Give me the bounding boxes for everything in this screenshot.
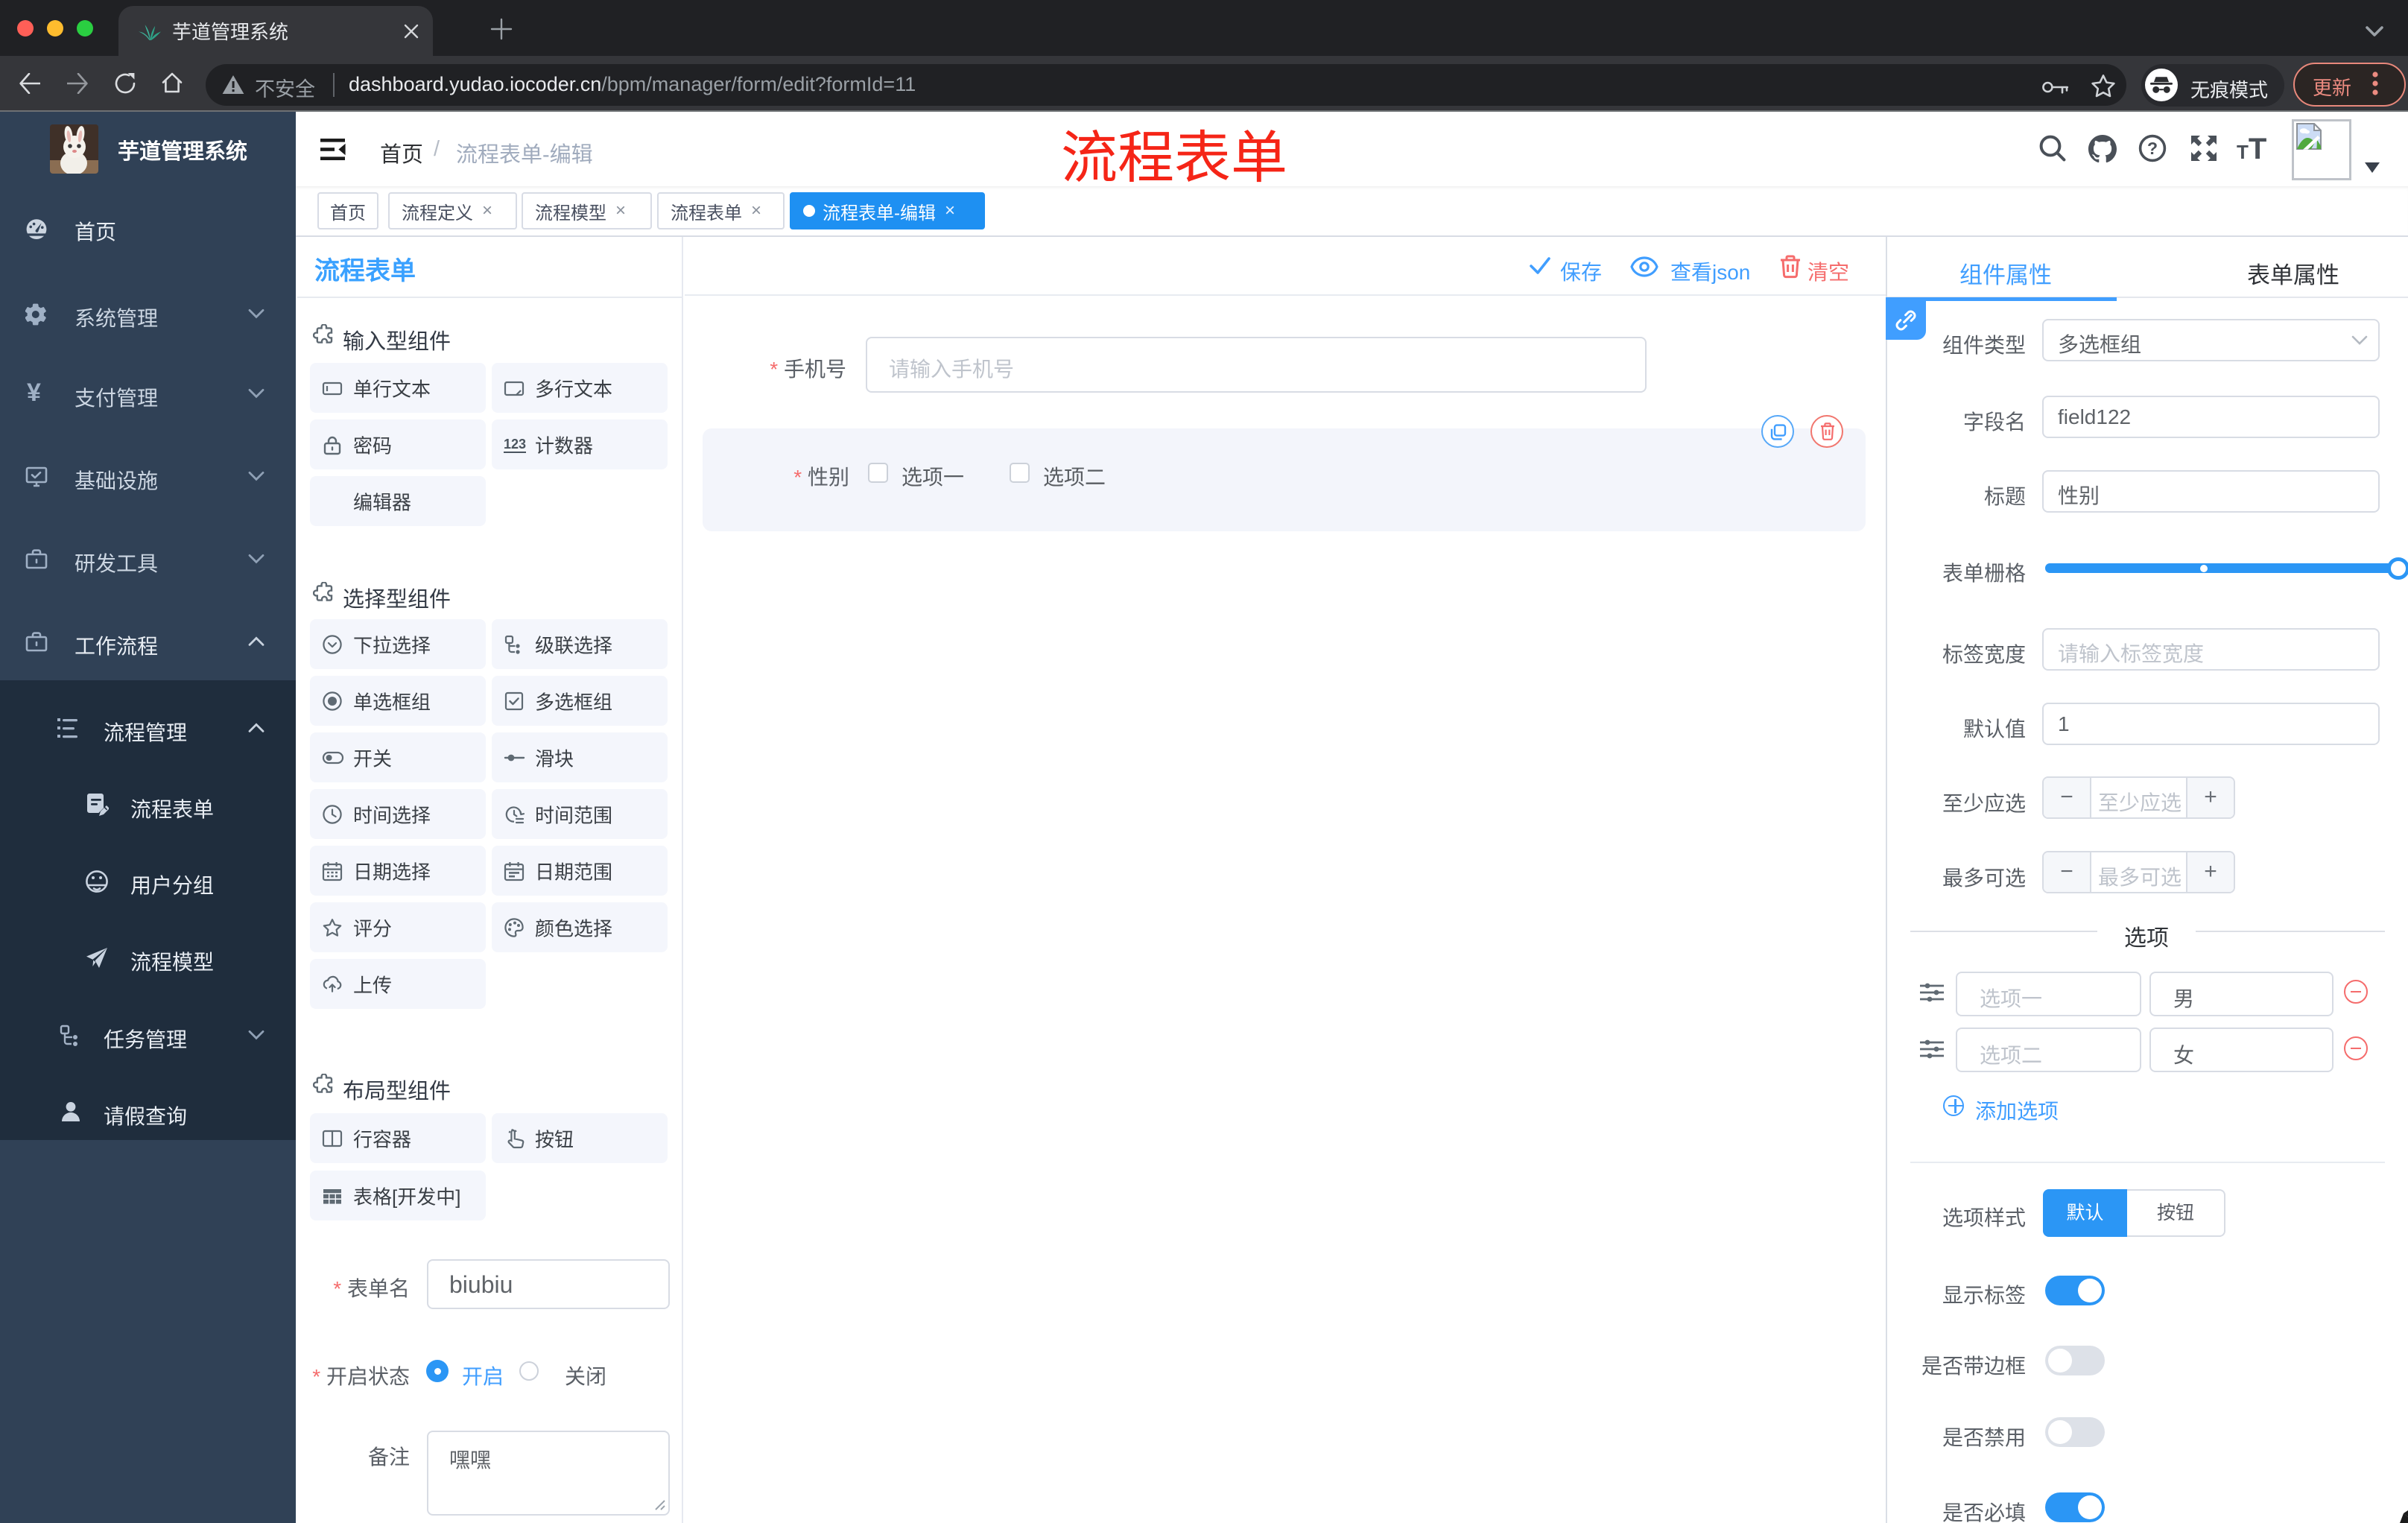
- svg-text:?: ?: [2147, 139, 2158, 158]
